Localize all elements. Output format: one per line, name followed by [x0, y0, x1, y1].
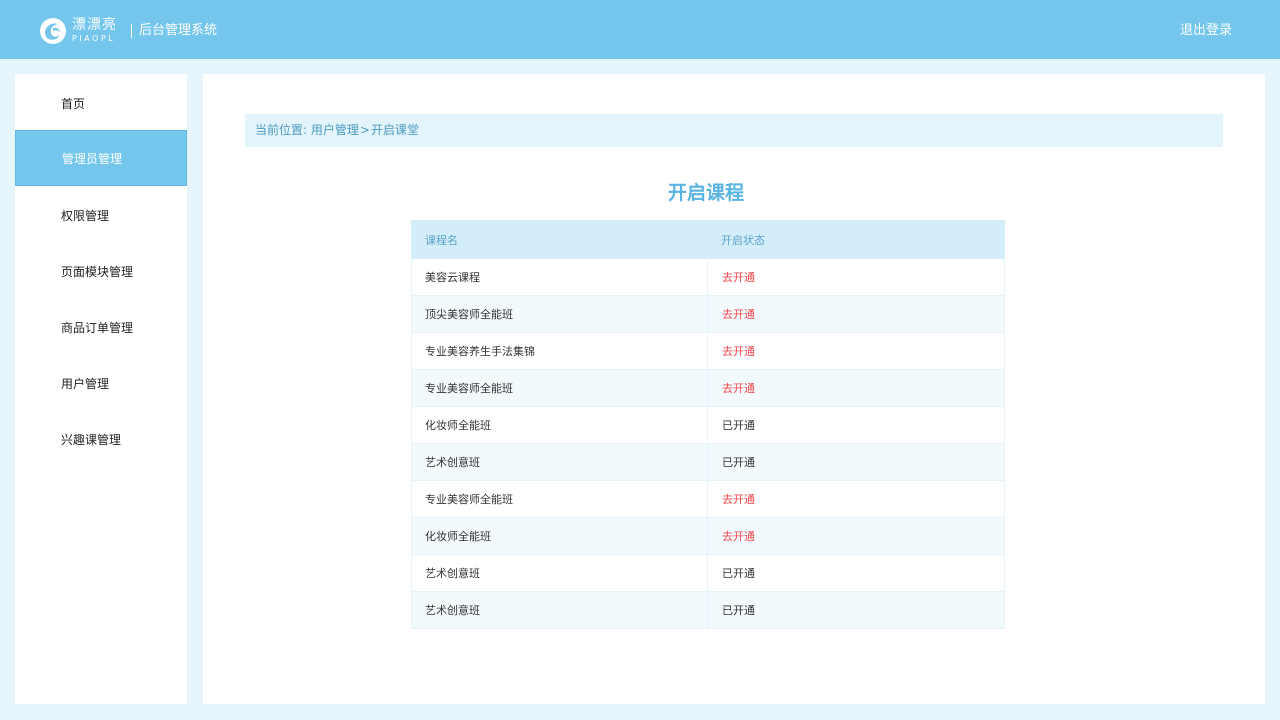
sidebar-item-admin-management[interactable]: 管理员管理 [15, 130, 187, 186]
table-header-row: 课程名 开启状态 [411, 220, 1005, 259]
status-cell: 已开通 [707, 406, 1005, 444]
breadcrumb-prefix: 当前位置: [255, 123, 308, 137]
course-name-cell: 顶尖美容师全能班 [411, 295, 708, 333]
table-row: 美容云课程 去开通 [411, 258, 1005, 296]
course-name-cell: 专业美容师全能班 [411, 480, 708, 518]
status-cell: 去开通 [707, 480, 1005, 518]
course-name-cell: 艺术创意班 [411, 554, 708, 592]
activate-link[interactable]: 去开通 [722, 530, 755, 543]
status-cell: 已开通 [707, 591, 1005, 629]
logout-button[interactable]: 退出登录 [1180, 22, 1232, 40]
course-name-cell: 专业美容养生手法集锦 [411, 332, 708, 370]
course-table: 课程名 开启状态 美容云课程 去开通 顶尖美容师全能班 去开通 专业美容养生手法… [411, 220, 1005, 629]
activated-status: 已开通 [722, 604, 755, 617]
status-cell: 去开通 [707, 295, 1005, 333]
brand-name-cn: 漂漂亮 [72, 17, 117, 33]
breadcrumb-current: 开启课堂 [370, 123, 419, 137]
brand-logo-icon [40, 18, 66, 44]
sidebar-item-user-management[interactable]: 用户管理 [15, 356, 187, 412]
course-name-cell: 化妆师全能班 [411, 517, 708, 555]
table-row: 艺术创意班 已开通 [411, 443, 1005, 481]
sidebar: 首页 管理员管理 权限管理 页面模块管理 商品订单管理 用户管理 兴趣课管理 [15, 74, 187, 704]
table-row: 专业美容养生手法集锦 去开通 [411, 332, 1005, 370]
table-row: 艺术创意班 已开通 [411, 591, 1005, 629]
status-cell: 已开通 [707, 554, 1005, 592]
activate-link[interactable]: 去开通 [722, 271, 755, 284]
activated-status: 已开通 [722, 456, 755, 469]
sidebar-item-permission-management[interactable]: 权限管理 [15, 188, 187, 244]
column-header-course-name: 课程名 [411, 220, 708, 259]
activate-link[interactable]: 去开通 [722, 345, 755, 358]
sidebar-item-order-management[interactable]: 商品订单管理 [15, 300, 187, 356]
brand-name: 漂漂亮 PIAOPL [72, 17, 117, 44]
page-title: 开启课程 [667, 182, 744, 204]
sidebar-item-interest-course-management[interactable]: 兴趣课管理 [15, 412, 187, 468]
main-content: 当前位置: 用户管理>开启课堂 开启课程 课程名 开启状态 美容云课程 去开通 … [203, 74, 1265, 704]
activated-status: 已开通 [722, 567, 755, 580]
brand-name-en: PIAOPL [72, 34, 116, 43]
status-cell: 去开通 [707, 332, 1005, 370]
course-name-cell: 艺术创意班 [411, 443, 708, 481]
activate-link[interactable]: 去开通 [722, 308, 755, 321]
activate-link[interactable]: 去开通 [722, 493, 755, 506]
header-divider [131, 24, 132, 38]
breadcrumb: 当前位置: 用户管理>开启课堂 [245, 114, 1223, 147]
column-header-status: 开启状态 [707, 220, 1005, 259]
sidebar-item-home[interactable]: 首页 [15, 76, 187, 132]
table-row: 化妆师全能班 去开通 [411, 517, 1005, 555]
top-header: 漂漂亮 PIAOPL 后台管理系统 退出登录 [0, 0, 1280, 59]
table-row: 艺术创意班 已开通 [411, 554, 1005, 592]
table-row: 化妆师全能班 已开通 [411, 406, 1005, 444]
course-name-cell: 美容云课程 [411, 258, 708, 296]
status-cell: 去开通 [707, 517, 1005, 555]
status-cell: 已开通 [707, 443, 1005, 481]
breadcrumb-link-user-management[interactable]: 用户管理 [311, 123, 359, 137]
status-cell: 去开通 [707, 258, 1005, 296]
activated-status: 已开通 [722, 419, 755, 432]
activate-link[interactable]: 去开通 [722, 382, 755, 395]
breadcrumb-separator: > [359, 123, 370, 137]
system-title: 后台管理系统 [139, 23, 218, 38]
table-row: 专业美容师全能班 去开通 [411, 480, 1005, 518]
table-row: 专业美容师全能班 去开通 [411, 369, 1005, 407]
course-name-cell: 艺术创意班 [411, 591, 708, 629]
course-name-cell: 专业美容师全能班 [411, 369, 708, 407]
table-row: 顶尖美容师全能班 去开通 [411, 295, 1005, 333]
sidebar-item-page-module-management[interactable]: 页面模块管理 [15, 244, 187, 300]
status-cell: 去开通 [707, 369, 1005, 407]
course-name-cell: 化妆师全能班 [411, 406, 708, 444]
